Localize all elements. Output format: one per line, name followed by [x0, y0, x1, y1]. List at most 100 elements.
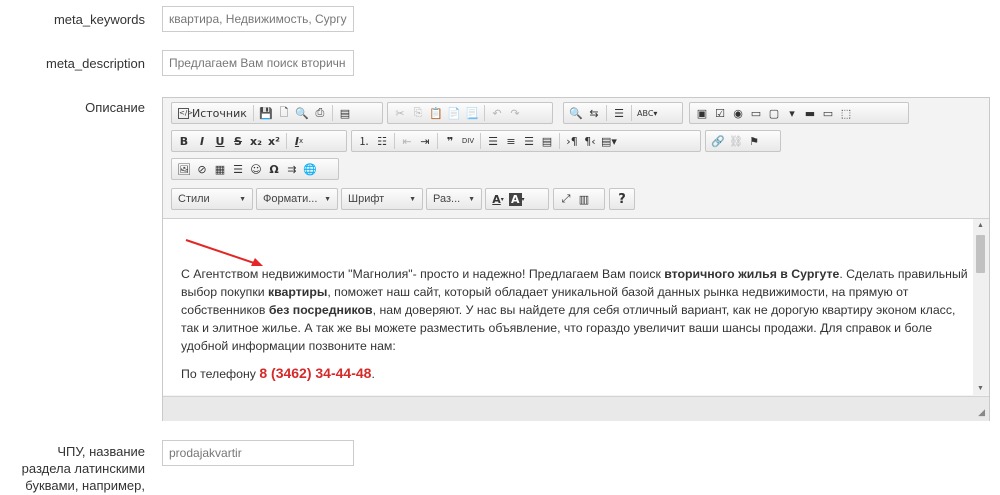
image-icon[interactable]: 🖼	[175, 160, 193, 178]
chpu-input[interactable]: prodajakvartir	[162, 440, 354, 466]
italic-icon[interactable]: I	[193, 132, 211, 150]
button-field-icon[interactable]: ▬	[801, 104, 819, 122]
styles-combo-label: Стили	[178, 193, 210, 205]
source-icon: </>	[178, 107, 194, 119]
superscript-icon[interactable]: x²	[265, 132, 283, 150]
strikethrough-icon[interactable]: S	[229, 132, 247, 150]
unlink-icon[interactable]: ⛓	[727, 132, 745, 150]
remove-format-icon[interactable]: Ix	[290, 132, 308, 150]
spellcheck-icon[interactable]: ABC▾	[635, 104, 659, 122]
paste-word-icon[interactable]: 📃	[463, 104, 481, 122]
description-label: Описание	[85, 100, 145, 115]
textarea-icon[interactable]: ▢	[765, 104, 783, 122]
format-combo-label: Формати...	[263, 193, 318, 205]
resize-grip-icon[interactable]: ◢	[978, 407, 985, 418]
new-page-icon[interactable]: 🗋	[275, 104, 293, 122]
form-icon[interactable]: ▣	[693, 104, 711, 122]
font-combo[interactable]: Шрифт ▼	[341, 188, 423, 210]
textfield-icon[interactable]: ▭	[747, 104, 765, 122]
link-icon[interactable]: 🔗	[709, 132, 727, 150]
print-icon[interactable]: ⎙	[311, 104, 329, 122]
paste-icon[interactable]: 📋	[427, 104, 445, 122]
iframe-globe-icon[interactable]: 🌐	[301, 160, 319, 178]
language-icon[interactable]: ▤▾	[599, 132, 619, 150]
toolbar-group-document: </> Источник 💾 🗋 🔍 ⎙ ▤	[171, 102, 383, 124]
select-all-icon[interactable]: ☰	[610, 104, 628, 122]
templates-icon[interactable]: ▤	[336, 104, 354, 122]
rtl-icon[interactable]: ¶‹	[581, 132, 599, 150]
editor-footer: ◢	[163, 396, 989, 421]
paste-text-icon[interactable]: 📄	[445, 104, 463, 122]
source-button[interactable]: </> Источник	[175, 104, 250, 122]
editor-text: С Агентством недвижимости "Магнолия"- пр…	[181, 265, 971, 392]
about-help-button[interactable]: ?	[613, 190, 631, 208]
smiley-icon[interactable]: ☺	[247, 160, 265, 178]
size-combo-label: Раз...	[433, 193, 461, 205]
styles-combo[interactable]: Стили ▼	[171, 188, 253, 210]
align-center-icon[interactable]: ≡	[502, 132, 520, 150]
preview-icon[interactable]: 🔍	[293, 104, 311, 122]
outdent-icon[interactable]: ⇤	[398, 132, 416, 150]
cut-icon[interactable]: ✂	[391, 104, 409, 122]
size-combo[interactable]: Раз... ▼	[426, 188, 482, 210]
meta-description-input[interactable]: Предлагаем Вам поиск вторичн	[162, 50, 354, 76]
meta-keywords-label: meta_keywords	[53, 12, 145, 27]
toolbar-group-editing: 🔍 ⇆ ☰ ABC▾	[563, 102, 683, 124]
special-char-icon[interactable]: Ω	[265, 160, 283, 178]
toolbar-group-about: ?	[609, 188, 635, 210]
copy-icon[interactable]: ⎘	[409, 104, 427, 122]
blockquote-icon[interactable]: ❞	[441, 132, 459, 150]
description-paragraph: С Агентством недвижимости "Магнолия"- пр…	[181, 267, 968, 353]
select-field-icon[interactable]: ▾	[783, 104, 801, 122]
save-icon[interactable]: 💾	[257, 104, 275, 122]
checkbox-icon[interactable]: ☑	[711, 104, 729, 122]
source-label: Источник	[192, 106, 247, 120]
underline-icon[interactable]: U	[211, 132, 229, 150]
scroll-down-icon[interactable]: ▼	[977, 385, 984, 392]
image-button-icon[interactable]: ▭	[819, 104, 837, 122]
maximize-icon[interactable]: ⤢	[557, 190, 575, 208]
meta-keywords-input[interactable]: квартира, Недвижимость, Сургу	[162, 6, 354, 32]
align-right-icon[interactable]: ☰	[520, 132, 538, 150]
format-combo[interactable]: Формати... ▼	[256, 188, 338, 210]
text-color-icon[interactable]: A ▾	[489, 190, 507, 208]
editor-scrollbar[interactable]: ▲ ▼	[973, 219, 989, 395]
table-icon[interactable]: ▦	[211, 160, 229, 178]
toolbar-group-colors: A ▾ A ▾	[485, 188, 549, 210]
scroll-up-icon[interactable]: ▲	[977, 222, 984, 229]
page-break-icon[interactable]: ⇉	[283, 160, 301, 178]
phone-number: 8 (3462) 34-44-48	[259, 365, 372, 381]
redo-icon[interactable]: ↷	[506, 104, 524, 122]
show-blocks-icon[interactable]: ▥	[575, 190, 593, 208]
phone-paragraph: По телефону 8 (3462) 34-44-48.	[181, 365, 375, 381]
radio-icon[interactable]: ◉	[729, 104, 747, 122]
rich-text-editor: </> Источник 💾 🗋 🔍 ⎙ ▤ ✂ ⎘ 📋 📄 📃 ↶ ↷ 🔍 ⇆	[162, 97, 990, 421]
font-combo-label: Шрифт	[348, 193, 385, 205]
hidden-field-icon[interactable]: ⬚	[837, 104, 855, 122]
editor-content-area[interactable]: С Агентством недвижимости "Магнолия"- пр…	[163, 219, 989, 395]
toolbar-group-paragraph: ⒈ ☷ ⇤ ⇥ ❞ DIV ☰ ≡ ☰ ▤ ›¶ ¶‹ ▤▾	[351, 130, 701, 152]
indent-icon[interactable]: ⇥	[416, 132, 434, 150]
chevron-down-icon: ▼	[468, 195, 475, 203]
toolbar-group-forms: ▣ ☑ ◉ ▭ ▢ ▾ ▬ ▭ ⬚	[689, 102, 909, 124]
chpu-label: ЧПУ, название раздела латинскими буквами…	[21, 444, 145, 493]
scrollbar-thumb[interactable]	[976, 235, 985, 273]
ltr-icon[interactable]: ›¶	[563, 132, 581, 150]
align-justify-icon[interactable]: ▤	[538, 132, 556, 150]
meta-description-label: meta_description	[46, 56, 145, 71]
numbered-list-icon[interactable]: ⒈	[355, 132, 373, 150]
div-container-icon[interactable]: DIV	[459, 132, 477, 150]
bulleted-list-icon[interactable]: ☷	[373, 132, 391, 150]
anchor-flag-icon[interactable]: ⚑	[745, 132, 763, 150]
horizontal-line-icon[interactable]: ☰	[229, 160, 247, 178]
chevron-down-icon: ▼	[324, 195, 331, 203]
bold-icon[interactable]: B	[175, 132, 193, 150]
find-icon[interactable]: 🔍	[567, 104, 585, 122]
background-color-icon[interactable]: A ▾	[507, 190, 527, 208]
undo-icon[interactable]: ↶	[488, 104, 506, 122]
replace-icon[interactable]: ⇆	[585, 104, 603, 122]
align-left-icon[interactable]: ☰	[484, 132, 502, 150]
toolbar-group-basicstyles: B I U S x₂ x² Ix	[171, 130, 347, 152]
subscript-icon[interactable]: x₂	[247, 132, 265, 150]
flash-icon[interactable]: ⊘	[193, 160, 211, 178]
